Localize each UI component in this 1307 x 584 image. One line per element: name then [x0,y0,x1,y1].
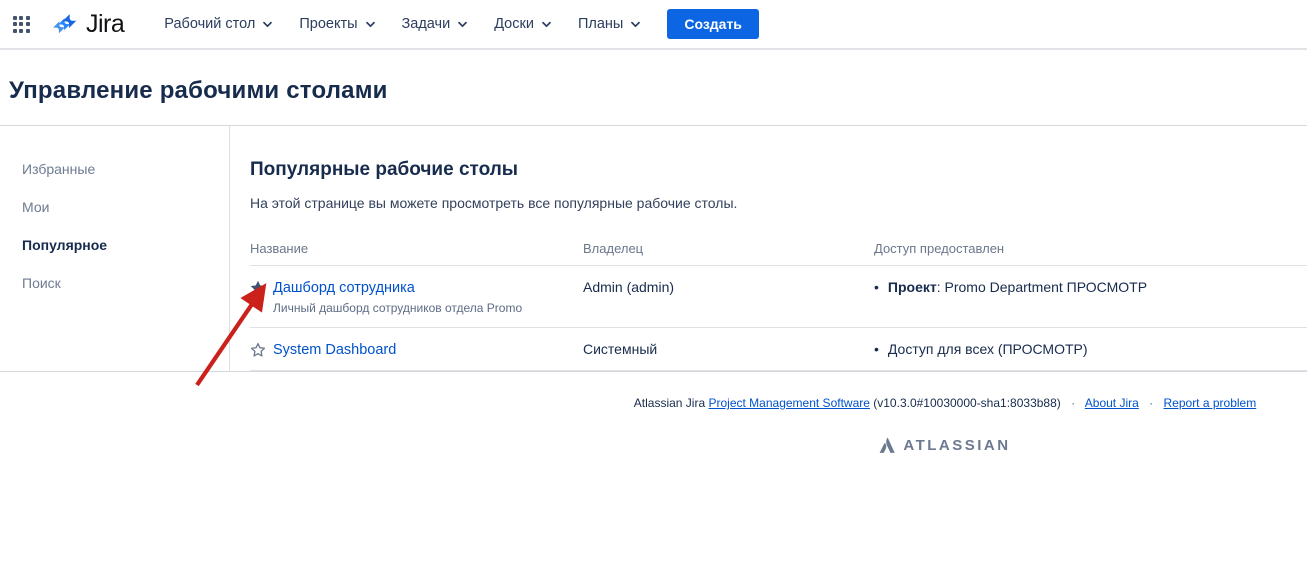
column-header-access: Доступ предоставлен [874,235,1307,266]
access-cell: • Доступ для всех (ПРОСМОТР) [874,341,1307,358]
access-value: Доступ для всех (ПРОСМОТР) [887,341,1088,357]
top-navigation: Jira Рабочий стол Проекты Задачи Доски П… [0,0,1307,50]
nav-item-label: Проекты [299,16,358,32]
nav-item-label: Задачи [401,16,451,32]
main-menu: Рабочий стол Проекты Задачи Доски Планы [164,16,641,32]
table-row: Дашборд сотрудника Личный дашборд сотруд… [250,265,1307,328]
star-filled-icon[interactable] [250,280,266,296]
dashboard-link[interactable]: Дашборд сотрудника [273,280,415,296]
star-outline-icon[interactable] [250,342,266,358]
column-header-owner: Владелец [583,235,874,266]
chevron-down-icon [631,21,641,27]
sidebar-item-favorites[interactable]: Избранные [22,158,229,180]
access-cell: • Проект: Promo Department ПРОСМОТР [874,279,1307,296]
jira-logo-text: Jira [86,9,125,38]
nav-item-dashboards[interactable]: Рабочий стол [164,16,273,32]
chevron-down-icon [458,21,468,27]
sidebar-item-popular[interactable]: Популярное [22,234,229,256]
footer-version: (v10.3.0#10030000-sha1:8033b88) [873,396,1061,410]
section-heading: Популярные рабочие столы [250,159,519,180]
bullet: • [874,341,879,357]
table-header-row: Название Владелец Доступ предоставлен [250,235,1307,266]
sidebar-item-search[interactable]: Поиск [22,272,229,294]
column-header-name: Название [250,235,583,266]
owner-cell: Admin (admin) [583,265,874,328]
chevron-down-icon [542,21,551,27]
owner-cell: Системный [583,327,874,371]
page-header: Управление рабочими столами [0,50,1307,126]
section-description: На этой странице вы можете просмотреть в… [250,195,738,211]
table-row: System Dashboard Системный • Доступ для … [250,327,1307,371]
nav-item-label: Рабочий стол [164,16,256,32]
atlassian-logo: ATLASSIAN [583,437,1307,454]
dashboard-link[interactable]: System Dashboard [273,342,396,358]
nav-item-plans[interactable]: Планы [578,16,641,32]
nav-item-label: Планы [577,16,624,32]
access-type: Проект [887,279,937,295]
footer-separator: · [1149,396,1154,410]
footer: Atlassian Jira Project Management Softwa… [583,372,1307,410]
footer-report-link[interactable]: Report a problem [1164,396,1257,410]
access-text: Проект: Promo Department ПРОСМОТР [888,279,1147,296]
atlassian-logo-text: ATLASSIAN [903,437,1011,454]
dashboards-table: Название Владелец Доступ предоставлен Да… [250,235,1307,371]
chevron-down-icon [365,21,375,27]
footer-about-link[interactable]: About Jira [1085,396,1139,410]
footer-software-link[interactable]: Project Management Software [709,396,870,410]
bullet: • [874,279,879,295]
dashboard-subtitle: Личный дашборд сотрудников отдела Promo [273,301,523,315]
nav-item-label: Доски [494,16,534,32]
sidebar-item-my[interactable]: Мои [22,196,229,218]
nav-item-boards[interactable]: Доски [494,16,552,32]
jira-logo-icon [50,10,79,39]
create-button[interactable]: Создать [667,9,759,39]
sidebar: Избранные Мои Популярное Поиск [0,126,230,371]
nav-item-projects[interactable]: Проекты [299,16,375,32]
chevron-down-icon [263,21,273,27]
footer-text: Atlassian Jira [633,396,706,410]
nav-item-issues[interactable]: Задачи [402,16,469,32]
access-value: : Promo Department ПРОСМОТР [936,279,1148,295]
main-panel: Популярные рабочие столы На этой страниц… [230,126,1307,371]
atlassian-mark-icon [879,437,896,453]
page-title: Управление рабочими столами [9,77,388,104]
app-switcher-icon[interactable] [6,9,36,39]
content-area: Избранные Мои Популярное Поиск Популярны… [0,126,1307,372]
footer-separator: · [1071,396,1076,410]
jira-logo[interactable]: Jira [50,9,125,39]
